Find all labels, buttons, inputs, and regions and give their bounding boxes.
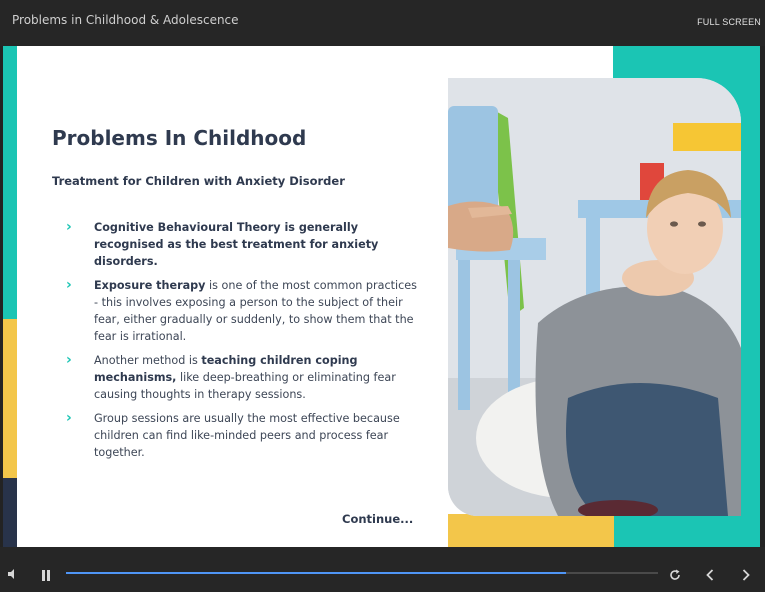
chevron-left-icon[interactable] [705,566,715,585]
slide-subtitle: Treatment for Children with Anxiety Diso… [52,174,345,188]
course-title: Problems in Childhood & Adolescence [12,13,239,27]
chevron-right-icon: › [66,410,72,426]
volume-icon[interactable] [7,565,19,584]
photo-illustration [448,78,741,516]
bullet-bold-text: Cognitive Behavioural Theory is generall… [94,221,379,268]
left-stripe-teal [3,46,17,319]
left-stripe-navy [3,478,17,547]
chevron-right-icon: › [66,352,72,368]
bullet-text: Another method is [94,354,202,367]
bullet-bold-text: Exposure therapy [94,279,206,292]
bottom-yellow-block [448,514,614,547]
chevron-right-icon: › [66,277,72,293]
left-stripe-yellow [3,319,17,478]
bullet-text: Group sessions are usually the most effe… [94,412,400,459]
slide-title: Problems In Childhood [52,126,307,150]
fullscreen-button[interactable]: FULL SCREEN [697,17,761,27]
bullet-list: › Cognitive Behavioural Theory is genera… [66,219,418,468]
list-item: › Group sessions are usually the most ef… [66,410,418,461]
progress-fill [66,572,567,574]
list-item: › Another method is teaching children co… [66,352,418,403]
boy-therapy-photo [448,78,741,516]
pause-icon[interactable] [41,566,51,585]
chevron-right-icon[interactable] [741,566,751,585]
progress-bar[interactable] [66,572,658,574]
slide-stage: Problems In Childhood Treatment for Chil… [3,46,760,547]
chevron-right-icon: › [66,219,72,235]
top-bar: Problems in Childhood & Adolescence FULL… [0,0,765,46]
replay-icon[interactable] [669,566,681,585]
player-controls [0,547,765,592]
continue-link[interactable]: Continue... [342,512,413,526]
list-item: › Exposure therapy is one of the most co… [66,277,418,345]
list-item: › Cognitive Behavioural Theory is genera… [66,219,418,270]
